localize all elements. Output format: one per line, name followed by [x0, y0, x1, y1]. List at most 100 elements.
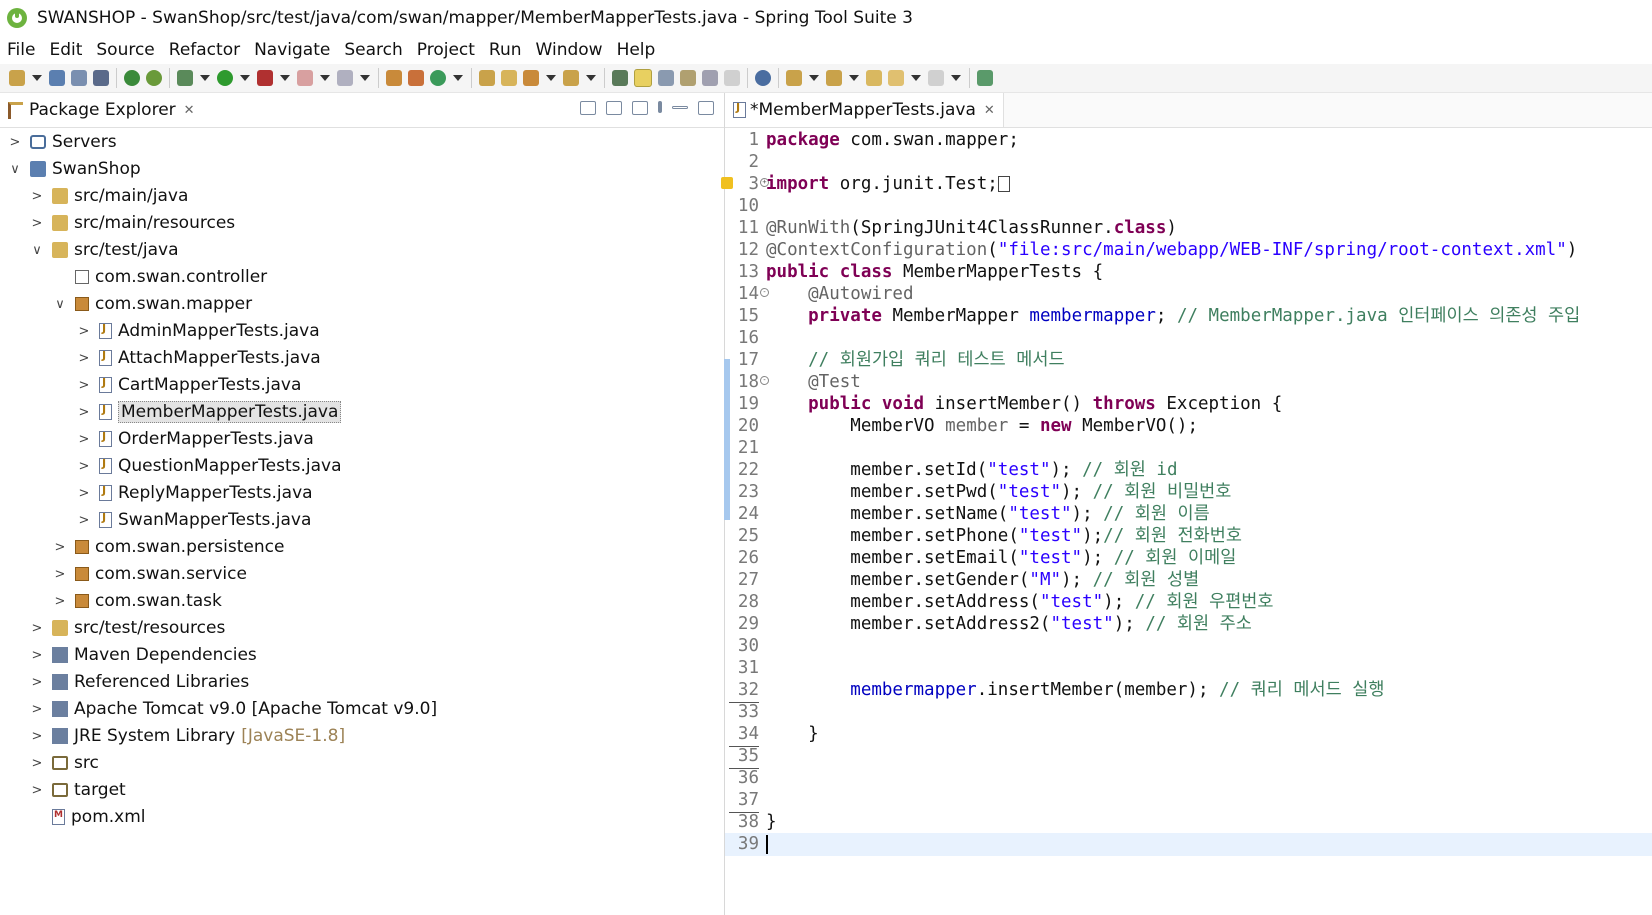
new-class-icon[interactable] [430, 70, 446, 86]
spring-restart-icon[interactable] [146, 70, 162, 86]
editor-tab-membermappertests[interactable]: *MemberMapperTests.java ✕ [725, 93, 1004, 127]
collapse-all-icon[interactable] [580, 101, 596, 115]
tree-item-src-main-java[interactable]: > src/main/java [30, 183, 189, 209]
tree-item-pom-xml[interactable]: pom.xml [30, 804, 146, 830]
next-annotation-dropdown-icon[interactable] [809, 75, 819, 81]
chevron-right-icon[interactable]: > [77, 513, 91, 528]
menu-navigate[interactable]: Navigate [247, 40, 337, 60]
maximize-icon[interactable] [698, 101, 714, 115]
save-all-icon[interactable] [71, 70, 87, 86]
chevron-right-icon[interactable]: > [77, 324, 91, 339]
tree-item-src[interactable]: > src [30, 750, 99, 776]
run-icon[interactable] [217, 70, 233, 86]
chevron-down-icon[interactable]: ∨ [30, 243, 44, 258]
chevron-right-icon[interactable]: > [30, 216, 44, 231]
open-type-icon[interactable] [479, 70, 495, 86]
new-package-icon[interactable] [408, 70, 424, 86]
console-icon[interactable] [93, 70, 109, 86]
search-icon[interactable] [563, 70, 579, 86]
chevron-right-icon[interactable]: > [77, 378, 91, 393]
last-edit-location-icon[interactable] [866, 70, 882, 86]
minimize-icon[interactable] [672, 106, 688, 109]
open-task-icon[interactable] [523, 70, 539, 86]
save-icon[interactable] [49, 70, 65, 86]
chevron-right-icon[interactable]: > [53, 540, 67, 555]
menu-window[interactable]: Window [529, 40, 610, 60]
package-explorer-tab[interactable]: Package Explorer ✕ [0, 93, 724, 128]
external-tools-icon[interactable] [257, 70, 273, 86]
chevron-right-icon[interactable]: > [30, 729, 44, 744]
menu-run[interactable]: Run [482, 40, 529, 60]
chevron-right-icon[interactable]: > [77, 405, 91, 420]
view-menu-icon[interactable] [658, 101, 662, 113]
toggle-breadcrumb-icon[interactable] [612, 70, 628, 86]
previous-annotation-dropdown-icon[interactable] [849, 75, 859, 81]
chevron-right-icon[interactable]: > [77, 459, 91, 474]
run-dropdown-icon[interactable] [240, 75, 250, 81]
chevron-right-icon[interactable]: > [53, 594, 67, 609]
forward-icon[interactable] [928, 70, 944, 86]
search-dropdown-icon[interactable] [586, 75, 596, 81]
focus-icon[interactable] [632, 101, 648, 115]
chevron-right-icon[interactable]: > [30, 675, 44, 690]
chevron-right-icon[interactable]: > [30, 702, 44, 717]
tree-item-file[interactable]: >ReplyMapperTests.java [77, 480, 313, 506]
previous-annotation-icon[interactable] [826, 70, 842, 86]
tree-item-com-swan-task[interactable]: > com.swan.task [53, 588, 222, 614]
tree-item-src-test-java[interactable]: ∨ src/test/java [30, 237, 178, 263]
chevron-right-icon[interactable]: > [30, 621, 44, 636]
external-tools-dropdown-icon[interactable] [280, 75, 290, 81]
spring-start-icon[interactable] [124, 70, 140, 86]
stop-icon[interactable] [297, 70, 313, 86]
tree-item-com-swan-persistence[interactable]: > com.swan.persistence [53, 534, 285, 560]
deploy-icon[interactable] [337, 70, 353, 86]
chevron-down-icon[interactable]: ∨ [53, 297, 67, 312]
chevron-right-icon[interactable]: > [30, 783, 44, 798]
chevron-right-icon[interactable]: > [77, 486, 91, 501]
tree-item-apache-tomcat[interactable]: > Apache Tomcat v9.0 [Apache Tomcat v9.0] [30, 696, 438, 722]
tree-item-referenced-libraries[interactable]: > Referenced Libraries [30, 669, 250, 695]
tree-item-file[interactable]: >SwanMapperTests.java [77, 507, 312, 533]
block-selection-icon[interactable] [658, 70, 674, 86]
show-whitespace-icon[interactable] [702, 70, 718, 86]
forward-dropdown-icon[interactable] [951, 75, 961, 81]
tree-item-servers[interactable]: > Servers [8, 129, 117, 155]
menu-help[interactable]: Help [610, 40, 663, 60]
debug-dropdown-icon[interactable] [200, 75, 210, 81]
chevron-right-icon[interactable]: > [77, 351, 91, 366]
chevron-right-icon[interactable]: > [30, 189, 44, 204]
chevron-right-icon[interactable]: > [53, 567, 67, 582]
mark-occurrences-icon[interactable] [634, 69, 652, 87]
tree-item-src-main-resources[interactable]: > src/main/resources [30, 210, 236, 236]
pin-editor-icon[interactable] [977, 70, 993, 86]
menu-source[interactable]: Source [89, 40, 161, 60]
stop-dropdown-icon[interactable] [320, 75, 330, 81]
tree-item-file[interactable]: >CartMapperTests.java [77, 372, 302, 398]
tree-item-com-swan-service[interactable]: > com.swan.service [53, 561, 247, 587]
folded-imports-box[interactable] [997, 176, 1010, 192]
tree-item-file-selected[interactable]: >MemberMapperTests.java [77, 399, 342, 425]
new-java-project-icon[interactable] [386, 70, 402, 86]
next-annotation-icon[interactable] [786, 70, 802, 86]
tree-item-src-test-resources[interactable]: > src/test/resources [30, 615, 226, 641]
deploy-dropdown-icon[interactable] [360, 75, 370, 81]
menu-refactor[interactable]: Refactor [162, 40, 247, 60]
chevron-right-icon[interactable]: > [8, 135, 22, 150]
web-browser-icon[interactable] [755, 70, 771, 86]
tree-item-target[interactable]: > target [30, 777, 126, 803]
debug-icon[interactable] [177, 70, 193, 86]
tree-item-com-swan-mapper[interactable]: ∨ com.swan.mapper [53, 291, 252, 317]
new-icon[interactable] [9, 70, 25, 86]
link-with-editor-icon[interactable] [606, 101, 622, 115]
tree-item-file[interactable]: >QuestionMapperTests.java [77, 453, 342, 479]
tree-item-file[interactable]: >OrderMapperTests.java [77, 426, 314, 452]
menu-edit[interactable]: Edit [42, 40, 89, 60]
paragraph-icon[interactable] [724, 70, 740, 86]
tree-item-file[interactable]: >AdminMapperTests.java [77, 318, 320, 344]
tree-item-maven-dependencies[interactable]: > Maven Dependencies [30, 642, 257, 668]
back-icon[interactable] [888, 70, 904, 86]
menu-file[interactable]: File [0, 40, 42, 60]
chevron-right-icon[interactable]: > [30, 756, 44, 771]
tree-item-jre-system-library[interactable]: > JRE System Library [JavaSE-1.8] [30, 723, 346, 749]
close-icon[interactable]: ✕ [984, 103, 995, 118]
